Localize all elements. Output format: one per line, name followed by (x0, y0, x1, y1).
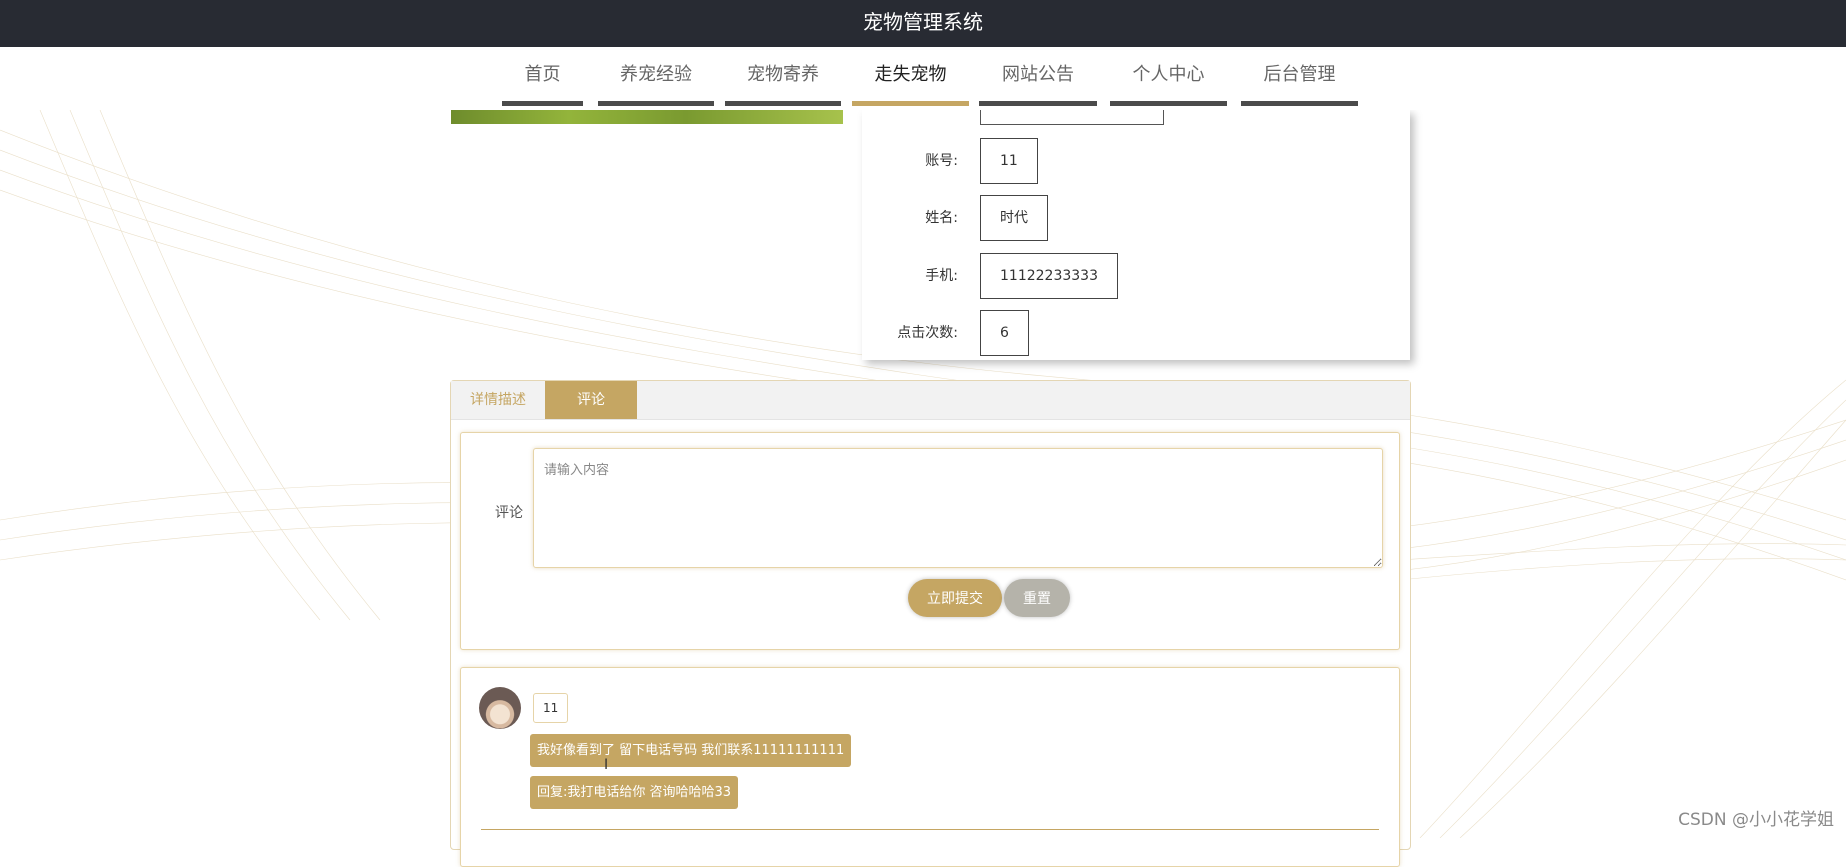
partial-info-field (980, 110, 1164, 125)
pet-info-panel: 账号: 11 姓名: 时代 手机: 11122233333 点击次数: 6 (862, 110, 1410, 360)
nav-item-announcements[interactable]: 网站公告 (979, 47, 1097, 106)
nav-item-pet-experience[interactable]: 养宠经验 (598, 47, 714, 106)
tab-bar: 详情描述 评论 (451, 381, 1410, 420)
text-cursor-icon: Ι (604, 757, 609, 773)
avatar (479, 687, 521, 729)
pet-photo (451, 110, 843, 124)
comment-reply: 回复:我打电话给你 咨询哈哈哈33 (530, 776, 739, 809)
nav-item-admin[interactable]: 后台管理 (1241, 47, 1358, 106)
nav-item-pet-boarding[interactable]: 宠物寄养 (725, 47, 841, 106)
comment-input[interactable] (533, 448, 1383, 568)
info-row-account: 账号: 11 (862, 138, 1410, 184)
info-value: 6 (980, 310, 1029, 356)
info-row-phone: 手机: 11122233333 (862, 253, 1410, 299)
comment-label: 评论 (495, 505, 523, 521)
info-row-name: 姓名: 时代 (862, 195, 1410, 241)
info-value: 11122233333 (980, 253, 1118, 299)
reset-button[interactable]: 重置 (1004, 579, 1070, 617)
info-value: 11 (980, 138, 1038, 184)
info-value: 时代 (980, 195, 1048, 241)
app-header: 宠物管理系统 (0, 0, 1846, 47)
info-label: 手机: (925, 268, 958, 284)
info-label: 账号: (925, 153, 958, 169)
detail-tabs-card: 详情描述 评论 评论 立即提交 重置 11 我好像看到了 留下电话号码 我们联系… (450, 380, 1411, 867)
comment-username: 11 (533, 693, 569, 723)
submit-button[interactable]: 立即提交 (908, 579, 1002, 617)
nav-item-home[interactable]: 首页 (502, 47, 583, 106)
watermark: CSDN @小小花学姐 (1678, 810, 1834, 830)
nav-item-user-center[interactable]: 个人中心 (1110, 47, 1227, 106)
comment-message: 我好像看到了 留下电话号码 我们联系11111111111 (530, 734, 852, 767)
comment-divider (481, 829, 1379, 830)
app-title: 宠物管理系统 (863, 10, 983, 34)
tab-details[interactable]: 详情描述 (451, 381, 545, 419)
info-label: 姓名: (925, 210, 958, 226)
comment-list: 11 我好像看到了 留下电话号码 我们联系11111111111 回复:我打电话… (460, 667, 1400, 867)
main-nav: 首页 养宠经验 宠物寄养 走失宠物 网站公告 个人中心 后台管理 (0, 47, 1846, 110)
nav-item-lost-pets[interactable]: 走失宠物 (852, 47, 969, 106)
info-label: 点击次数: (897, 325, 958, 341)
comment-form: 评论 立即提交 重置 (460, 432, 1400, 650)
info-row-clicks: 点击次数: 6 (862, 310, 1410, 356)
tab-comments[interactable]: 评论 (545, 381, 637, 419)
